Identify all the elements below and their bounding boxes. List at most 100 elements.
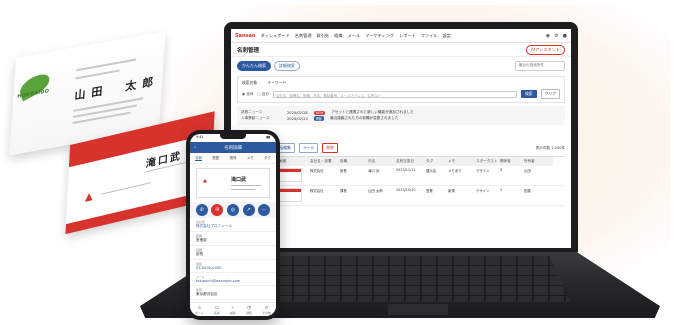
radio-mine[interactable]: ○ 自分 bbox=[257, 92, 268, 97]
more-icon[interactable]: ⋯ bbox=[258, 204, 271, 216]
brand-logo[interactable]: Sansan bbox=[235, 33, 255, 39]
phone-field[interactable]: 役職 部長 bbox=[190, 246, 276, 260]
column-header[interactable]: スターダスト bbox=[475, 157, 499, 166]
phone-nav-more[interactable]: ≡ その他 bbox=[262, 305, 270, 315]
phone-tab[interactable]: メモ bbox=[247, 155, 254, 161]
map-pin-icon[interactable]: ◎ bbox=[226, 204, 239, 216]
search-tabs: かんたん検索 詳細検索 最近の検索条件 bbox=[231, 57, 571, 73]
phone-nav-search[interactable]: ⌕ 検索 bbox=[230, 305, 236, 315]
tab-advanced-search[interactable]: 詳細検索 bbox=[274, 61, 300, 71]
column-header[interactable]: タグ bbox=[425, 157, 447, 166]
search-button[interactable]: 検索 bbox=[521, 90, 537, 98]
action-toolbar: エクスポート 一括編集 メール 削除 表示件数 1,000件 bbox=[231, 140, 571, 156]
cell-company[interactable]: 株式会社 bbox=[309, 186, 339, 205]
column-header[interactable]: メモ bbox=[447, 157, 475, 166]
cell-star: デザイン bbox=[476, 189, 490, 193]
gear-icon[interactable]: ⚙ bbox=[554, 33, 558, 39]
news-text: 最近接触された方の役職が変更されました bbox=[330, 116, 399, 120]
nav-item[interactable]: ダッシュボード bbox=[260, 33, 289, 39]
delete-button[interactable]: 削除 bbox=[322, 143, 338, 153]
nav-item[interactable]: レポート bbox=[399, 33, 416, 39]
ai-assistant-button[interactable]: AIアシスタント bbox=[525, 44, 565, 55]
news-label: 新着ニュース bbox=[241, 110, 263, 114]
phone-nav-home[interactable]: ⌂ ホーム bbox=[195, 305, 203, 315]
app-window: Sansan ダッシュボード 名刺管理 取引先 組織 メール マーケティング レ… bbox=[231, 29, 571, 248]
nav-label: 通知 bbox=[246, 310, 252, 315]
nav-item[interactable]: 名刺管理 bbox=[295, 33, 312, 39]
cell-memo: メモあり bbox=[448, 169, 462, 173]
field-value: 部長 bbox=[196, 252, 204, 256]
card-line bbox=[100, 182, 151, 196]
page-title: 名刺管理 bbox=[237, 47, 260, 54]
phone-nav-notifications[interactable]: ◔ 通知 bbox=[246, 305, 252, 315]
bell-icon[interactable]: ◉ bbox=[546, 33, 550, 39]
page-header: 名刺管理 AIアシスタント bbox=[231, 43, 571, 57]
radio-all[interactable]: ◉ 全体 bbox=[242, 92, 253, 97]
table-row[interactable]: ☐ 2024/02 株式会社 課長 山田 太郎 2023/10/10 営業 新規… bbox=[237, 186, 565, 206]
phone-tab[interactable]: 関係 bbox=[230, 155, 237, 161]
nav-item[interactable]: メール bbox=[348, 33, 361, 39]
clear-button[interactable]: クリア bbox=[540, 89, 560, 99]
tab-simple-search[interactable]: かんたん検索 bbox=[237, 61, 271, 71]
phone-tab[interactable]: 名刺 bbox=[195, 155, 202, 161]
table-header: 日付 名刺画像 会社名・部署 役職 氏名 名刺交換日 タグ メモ スターダスト … bbox=[237, 157, 565, 166]
status-time: 9:41 bbox=[196, 135, 204, 139]
field-value[interactable]: 株式会社プロフィール bbox=[196, 224, 270, 229]
smartphone: 9:41 ▮▮ ‹ 名刺詳細 名刺 履歴 関係 メモ タグ ▲ 滝口武 ✆ ✉ … bbox=[186, 130, 280, 320]
table-row[interactable]: ☐ 2024/02 株式会社 部長 滝口 武 2023/11/11 展示会 メモ… bbox=[237, 166, 565, 186]
cell-owner: 佐藤 bbox=[524, 189, 531, 193]
recent-search-select[interactable]: 最近の検索条件 bbox=[514, 61, 565, 71]
phone-header: ‹ 名刺詳細 bbox=[190, 142, 276, 153]
cell-exchanged: 2023/10/10 bbox=[396, 188, 416, 192]
cell-name[interactable]: 山田 太郎 bbox=[367, 186, 395, 205]
nav-item[interactable]: 取引先 bbox=[317, 33, 330, 39]
user-icon[interactable]: ● bbox=[563, 33, 567, 39]
nav-item[interactable]: マーケティング bbox=[365, 33, 394, 39]
cell-tag: 展示会 bbox=[426, 169, 437, 173]
news-label: 人事異動ニュース bbox=[241, 116, 270, 120]
column-header[interactable]: 名刺交換日 bbox=[395, 157, 425, 166]
column-header[interactable]: 会社名・部署 bbox=[309, 157, 339, 166]
share-icon[interactable]: ↗ bbox=[242, 204, 255, 216]
phone-nav-cards[interactable]: ▭ 名刺 bbox=[214, 305, 220, 315]
news-row[interactable]: 人事異動ニュース 2024/02/23 異動 最近接触された方の役職が変更されま… bbox=[241, 116, 561, 121]
column-header[interactable]: 氏名 bbox=[367, 157, 395, 166]
keyword-input[interactable]: 会社名、部署名、役職、氏名、電話番号、メールアドレス、住所など bbox=[272, 90, 518, 98]
nav-label: ホーム bbox=[195, 310, 204, 315]
column-header[interactable]: 所有者 bbox=[523, 157, 553, 166]
card-table: 日付 名刺画像 会社名・部署 役職 氏名 名刺交換日 タグ メモ スターダスト … bbox=[237, 156, 565, 206]
news-text: アセットと連携された新しい機能が追加されました bbox=[331, 110, 414, 114]
column-header[interactable]: 関係者 bbox=[499, 157, 523, 166]
phone-field[interactable]: 電話 03-0000-0000 bbox=[190, 260, 276, 273]
phone-tab[interactable]: 履歴 bbox=[212, 155, 219, 161]
cell-name[interactable]: 滝口 武 bbox=[367, 166, 395, 185]
mail-icon[interactable]: ✉ bbox=[211, 204, 224, 216]
company-mark-icon: ▲ bbox=[203, 178, 207, 184]
cell-company[interactable]: 株式会社 bbox=[309, 166, 339, 185]
cell-tag: 営業 bbox=[426, 189, 433, 193]
phone-call-icon[interactable]: ✆ bbox=[195, 204, 208, 216]
phone-field[interactable]: 会社名 株式会社プロフィール bbox=[190, 218, 276, 232]
back-arrow-icon[interactable]: ‹ bbox=[194, 145, 196, 151]
phone-tab[interactable]: タグ bbox=[264, 155, 271, 161]
phone-field[interactable]: 部署 営業部 bbox=[190, 232, 276, 246]
laptop-keyrows bbox=[230, 256, 570, 302]
field-value: 営業部 bbox=[196, 238, 207, 242]
phone-card-image[interactable]: ▲ 滝口武 bbox=[196, 168, 270, 198]
nav-label: 検索 bbox=[230, 310, 236, 315]
field-value[interactable]: takiguchi@example.com bbox=[196, 279, 270, 283]
nav-label: その他 bbox=[262, 310, 271, 315]
nav-item[interactable]: 組織 bbox=[334, 33, 342, 39]
laptop-touchpad bbox=[388, 304, 448, 315]
news-row[interactable]: 新着ニュース 2024/02/28 NEW アセットと連携された新しい機能が追加… bbox=[241, 110, 561, 115]
field-value[interactable]: 03-0000-0000 bbox=[196, 266, 270, 270]
mail-button[interactable]: メール bbox=[298, 143, 319, 153]
cell-related: 2 bbox=[500, 188, 503, 192]
field-value: 東京都渋谷区 bbox=[196, 292, 218, 296]
phone-field[interactable]: 住所 東京都渋谷区 bbox=[190, 286, 276, 300]
nav-item[interactable]: 設定 bbox=[443, 33, 451, 39]
card-line bbox=[231, 185, 261, 186]
phone-field[interactable]: メール takiguchi@example.com bbox=[190, 273, 276, 286]
column-header[interactable]: 役職 bbox=[339, 157, 367, 166]
nav-item[interactable]: ファイル bbox=[421, 33, 438, 39]
